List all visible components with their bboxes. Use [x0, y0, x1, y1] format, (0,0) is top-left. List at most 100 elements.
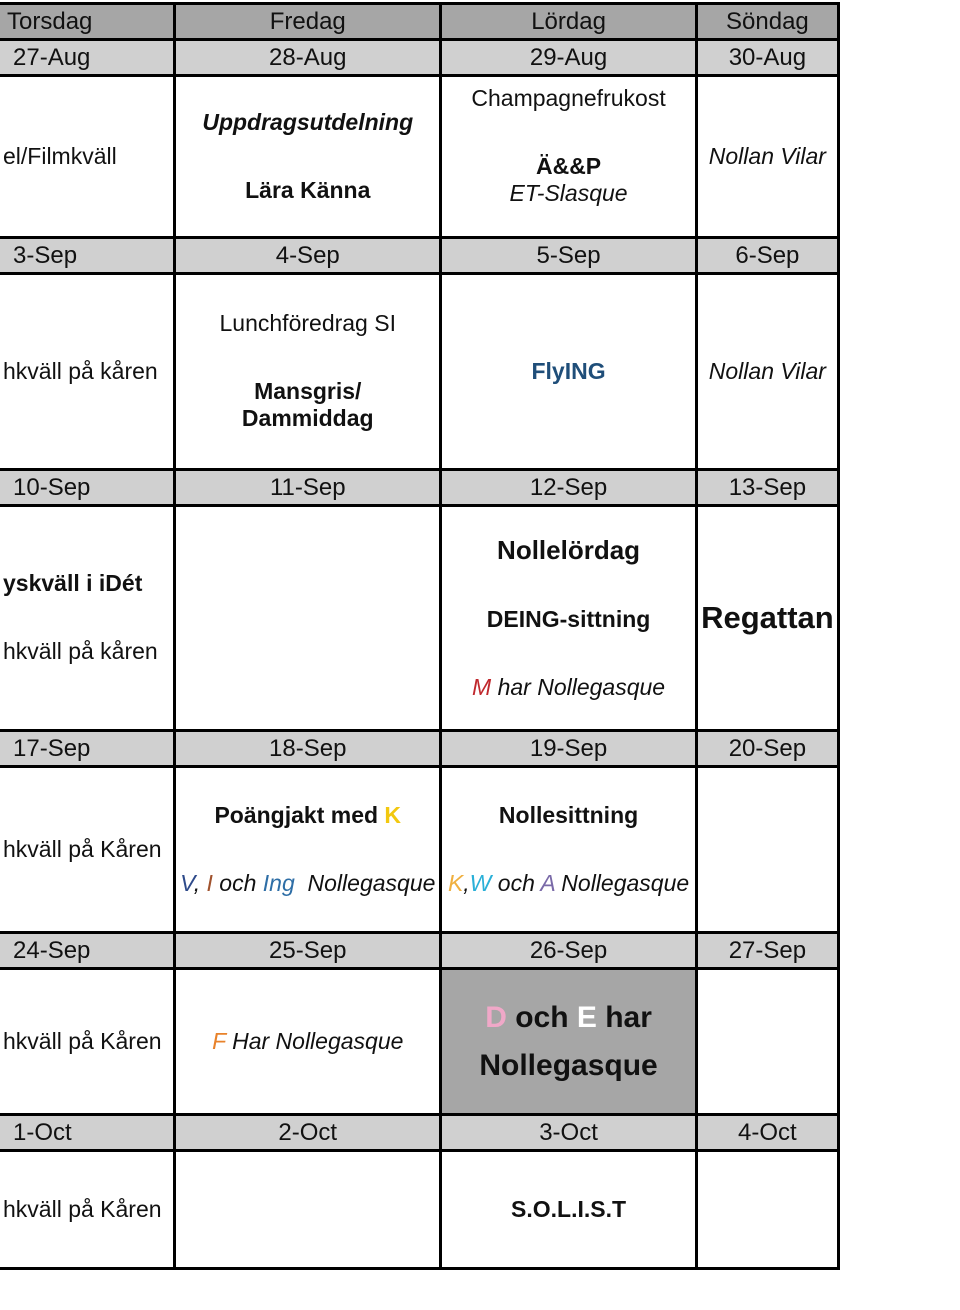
guild-letter-f: F [212, 1027, 226, 1054]
event-title: Poängjakt med K [178, 801, 438, 830]
event-title: Mansgris/ [254, 377, 362, 404]
date-cell: 12-Sep [439, 468, 698, 507]
separator: och [212, 869, 263, 896]
event-cell-saturday: Champagnefrukost Ä&&P ET-Slasque [439, 74, 698, 239]
event-cell-friday: Uppdragsutdelning Lära Känna [173, 74, 443, 239]
event-title: Nollelördag [497, 534, 641, 565]
header-saturday: Lördag [439, 2, 698, 41]
event-title: Nollesittning [498, 801, 639, 828]
event-cell-sunday: Nollan Vilar [694, 74, 841, 239]
event-text: Nollegasque [554, 869, 690, 896]
date-row: 1-Oct 2-Oct 3-Oct 4-Oct [0, 1113, 841, 1152]
date-row: 24-Sep 25-Sep 26-Sep 27-Sep [0, 931, 841, 970]
event-text: V, I och Ing Nollegasque [178, 869, 438, 898]
event-row: hkväll på kåren Lunchföredrag SI Mansgri… [0, 272, 841, 471]
event-row: hkväll på Kåren F Har Nollegasque D och … [0, 967, 841, 1116]
date-cell: 19-Sep [439, 729, 698, 768]
date-row: 17-Sep 18-Sep 19-Sep 20-Sep [0, 729, 841, 768]
event-text: Nollan Vilar [708, 142, 826, 169]
event-title: Dammiddag [241, 405, 374, 432]
event-cell-thursday: hkväll på kåren [0, 272, 177, 471]
event-title: Nollegasque [479, 1048, 658, 1082]
date-cell: 30-Aug [694, 38, 841, 77]
separator: och [506, 1000, 577, 1034]
guild-letter-v: V [180, 869, 194, 896]
event-text: hkväll på kåren [3, 357, 158, 384]
event-cell-sunday [694, 967, 841, 1116]
event-text: har Nollegasque [491, 673, 666, 700]
event-title: Ä&&P [535, 152, 602, 179]
event-row: yskväll i iDét hkväll på kåren Nollelörd… [0, 504, 841, 732]
event-text: har [596, 1000, 652, 1034]
event-text: hkväll på Kåren [3, 835, 162, 862]
event-cell-sunday [694, 765, 841, 934]
guild-letter-k: K [447, 869, 464, 896]
event-cell-saturday: FlyING [439, 272, 698, 471]
event-text: Har Nollegasque [225, 1027, 404, 1054]
event-row: hkväll på Kåren S.O.L.I.S.T [0, 1149, 841, 1270]
separator: och [491, 869, 541, 896]
date-cell: 1-Oct [0, 1113, 177, 1152]
event-cell-saturday-highlighted: D och E har Nollegasque [439, 967, 698, 1116]
event-cell-saturday: Nollelördag DEING-sittning M har Nollega… [439, 504, 698, 732]
date-cell: 4-Oct [694, 1113, 841, 1152]
date-cell: 26-Sep [439, 931, 698, 970]
date-cell: 20-Sep [694, 729, 841, 768]
date-cell: 13-Sep [694, 468, 841, 507]
event-text: hkväll på Kåren [3, 1195, 162, 1222]
event-title: DEING-sittning [486, 606, 651, 632]
guild-letter-k: K [384, 801, 402, 828]
guild-letter-m: M [472, 673, 492, 700]
date-cell: 2-Oct [173, 1113, 443, 1152]
event-text: K,W och A Nollegasque [444, 869, 693, 898]
date-cell: 27-Sep [694, 931, 841, 970]
event-row: hkväll på Kåren Poängjakt med K V, I och… [0, 765, 841, 934]
event-title: D och E har [444, 994, 693, 1042]
event-title: S.O.L.I.S.T [511, 1195, 627, 1222]
event-row: el/Filmkväll Uppdragsutdelning Lära Känn… [0, 74, 841, 239]
event-cell-sunday [694, 1149, 841, 1270]
event-text: hkväll på Kåren [3, 1027, 162, 1054]
guild-letter-e: E [576, 1000, 597, 1034]
event-cell-thursday: hkväll på Kåren [0, 765, 177, 934]
event-text: Lära Känna [245, 176, 371, 203]
date-cell: 5-Sep [439, 236, 698, 275]
date-cell: 4-Sep [173, 236, 443, 275]
event-cell-thursday: hkväll på Kåren [0, 1149, 177, 1270]
date-cell: 25-Sep [173, 931, 443, 970]
event-text: Nollegasque [294, 869, 436, 896]
event-cell-friday: Lunchföredrag SI Mansgris/ Dammiddag [173, 272, 443, 471]
event-cell-friday: F Har Nollegasque [173, 967, 443, 1116]
event-title: yskväll i iDét [3, 570, 143, 597]
date-cell: 11-Sep [173, 468, 443, 507]
date-row: 27-Aug 28-Aug 29-Aug 30-Aug [0, 38, 841, 77]
date-cell: 29-Aug [439, 38, 698, 77]
event-text: ET-Slasque [509, 180, 628, 207]
event-cell-saturday: Nollesittning K,W och A Nollegasque [439, 765, 698, 934]
event-cell-friday [173, 1149, 443, 1270]
event-cell-friday: Poängjakt med K V, I och Ing Nollegasque [173, 765, 443, 934]
event-text: Champagnefrukost [471, 85, 666, 111]
event-text: hkväll på kåren [3, 638, 158, 664]
event-title: Uppdragsutdelning [202, 108, 414, 135]
date-cell: 18-Sep [173, 729, 443, 768]
weekday-header-row: Torsdag Fredag Lördag Söndag [0, 2, 841, 41]
event-title: Regattan [701, 600, 834, 636]
event-text: el/Filmkväll [3, 142, 117, 169]
event-title-text: Poängjakt med [214, 801, 385, 828]
event-cell-thursday: el/Filmkväll [0, 74, 177, 239]
event-text: Nollan Vilar [708, 357, 826, 384]
event-text: M har Nollegasque [444, 673, 693, 702]
date-cell: 24-Sep [0, 931, 177, 970]
event-text: F Har Nollegasque [178, 1027, 438, 1056]
date-row: 3-Sep 4-Sep 5-Sep 6-Sep [0, 236, 841, 275]
event-title: FlyING [531, 357, 606, 384]
event-cell-sunday: Nollan Vilar [694, 272, 841, 471]
event-cell-thursday: yskväll i iDét hkväll på kåren [0, 504, 177, 732]
guild-letter-w: W [469, 869, 492, 896]
date-cell: 10-Sep [0, 468, 177, 507]
schedule-table: Torsdag Fredag Lördag Söndag 27-Aug 28-A… [0, 2, 841, 1270]
event-cell-thursday: hkväll på Kåren [0, 967, 177, 1116]
separator: , [193, 869, 207, 896]
date-cell: 6-Sep [694, 236, 841, 275]
